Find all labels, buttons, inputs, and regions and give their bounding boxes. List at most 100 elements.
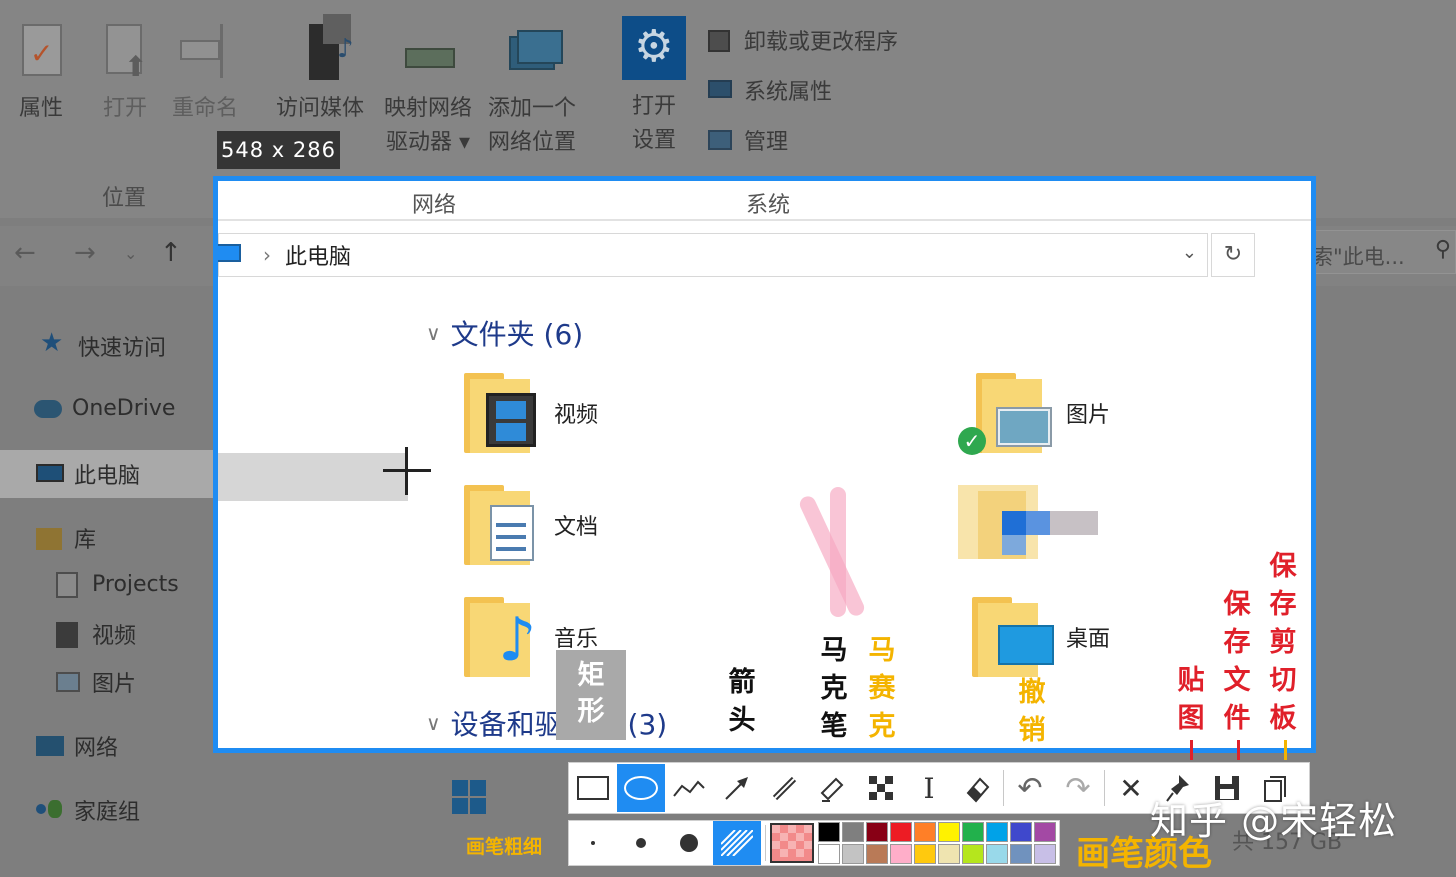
color-swatch[interactable] — [866, 822, 888, 842]
current-color-swatch[interactable] — [770, 823, 814, 863]
video-icon — [52, 620, 82, 648]
ribbon-group-row: 网络 系统 — [218, 181, 1311, 221]
picture-folder-icon: ✓ — [958, 371, 1054, 455]
color-swatch[interactable] — [1010, 822, 1032, 842]
color-swatch[interactable] — [1010, 844, 1032, 864]
recent-dropdown-icon[interactable]: ⌄ — [124, 244, 137, 263]
color-swatch[interactable] — [938, 822, 960, 842]
color-swatch[interactable] — [818, 844, 840, 864]
folder-documents[interactable]: 文档 — [464, 483, 598, 567]
back-arrow-icon[interactable]: ← — [14, 238, 36, 268]
color-swatch[interactable] — [890, 844, 912, 864]
rectangle-tool-button[interactable] — [569, 764, 617, 812]
manage-button[interactable]: 管理 — [704, 124, 788, 156]
color-swatch[interactable] — [986, 822, 1008, 842]
mosaic-tool-button[interactable] — [857, 764, 905, 812]
folder-desktop[interactable]: 桌面 — [972, 595, 1110, 679]
color-swatch[interactable] — [962, 844, 984, 864]
open-button[interactable]: ⬆ 打开 — [98, 20, 152, 126]
up-arrow-icon[interactable]: ↑ — [160, 238, 182, 268]
undo-button[interactable]: ↶ — [1006, 764, 1054, 812]
system-properties-icon — [704, 76, 736, 104]
arrow-tool-button[interactable] — [713, 764, 761, 812]
address-bar[interactable]: › 此电脑 ⌄ — [218, 233, 1208, 277]
refresh-icon: ↻ — [1223, 242, 1243, 267]
properties-button[interactable]: ✓ 属性 — [14, 20, 68, 126]
devices-section-title[interactable]: ∨ 设备和驱动器 (3) — [426, 703, 667, 743]
annotation-save-file: 保存文件 — [1223, 589, 1251, 734]
color-swatch[interactable] — [962, 822, 984, 842]
map-drive-button[interactable]: 映射网络 驱动器 ▾ — [384, 38, 472, 160]
color-swatch[interactable] — [1034, 822, 1056, 842]
color-swatch[interactable] — [938, 844, 960, 864]
color-swatch[interactable] — [914, 822, 936, 842]
color-swatch[interactable] — [818, 822, 840, 842]
pen-size-large-button[interactable] — [665, 821, 713, 865]
folder-pictures[interactable]: ✓ 图片 — [958, 371, 1110, 455]
capture-region[interactable]: 网络 系统 › 此电脑 ⌄ ↻ ∨ 文件夹 (6) 视频 ✓ 图片 文档 ♪ 音… — [213, 176, 1316, 753]
sidebar-item-network[interactable]: 网络 — [34, 730, 118, 762]
breadcrumb-separator-icon: › — [263, 243, 271, 267]
color-palette — [818, 822, 1056, 864]
desktop-folder-icon — [972, 595, 1054, 679]
color-swatch[interactable] — [890, 822, 912, 842]
music-folder-icon: ♪ — [464, 595, 542, 679]
marker-tool-button[interactable] — [809, 764, 857, 812]
cancel-button[interactable]: ✕ — [1107, 764, 1155, 812]
sidebar-item-pictures[interactable]: 图片 — [52, 666, 136, 698]
arrow-icon — [725, 777, 748, 800]
toolbar-divider — [1003, 770, 1004, 806]
marker-stroke — [830, 487, 846, 617]
gear-icon: ⚙ — [622, 16, 686, 80]
small-dot-icon — [591, 841, 595, 845]
toolbar-divider — [1104, 770, 1105, 806]
sidebar-item-homegroup[interactable]: 家庭组 — [34, 794, 140, 826]
color-swatch[interactable] — [866, 844, 888, 864]
documents-folder-icon — [464, 483, 542, 567]
close-icon: ✕ — [1119, 771, 1143, 805]
sidebar-item-projects[interactable]: Projects — [52, 570, 179, 598]
pen-size-medium-button[interactable] — [617, 821, 665, 865]
chevron-down-icon[interactable]: ⌄ — [1182, 242, 1197, 263]
text-tool-button[interactable]: I — [905, 764, 953, 812]
access-media-button[interactable]: ♪ 访问媒体 — [276, 14, 364, 126]
selection-size-tooltip: 548 x 286 — [217, 131, 340, 169]
sidebar-item-videos[interactable]: 视频 — [52, 618, 136, 650]
annotation-pointer-icon — [1284, 740, 1287, 760]
pen-settings-toolbar — [568, 820, 1060, 866]
ellipse-tool-button[interactable] — [617, 764, 665, 812]
chevron-down-icon: ∨ — [426, 321, 441, 345]
rename-button[interactable]: 重命名 — [170, 20, 240, 126]
undo-icon: ↶ — [1017, 770, 1043, 806]
add-network-location-button[interactable]: 添加一个 网络位置 — [488, 26, 576, 160]
color-swatch[interactable] — [1034, 844, 1056, 864]
system-properties-button[interactable]: 系统属性 — [704, 74, 832, 106]
uninstall-program-button[interactable]: 卸载或更改程序 — [704, 24, 898, 56]
refresh-button[interactable]: ↻ — [1211, 233, 1255, 277]
color-swatch[interactable] — [986, 844, 1008, 864]
polyline-tool-button[interactable] — [665, 764, 713, 812]
color-swatch[interactable] — [842, 822, 864, 842]
color-swatch[interactable] — [842, 844, 864, 864]
pen-tool-button[interactable] — [761, 764, 809, 812]
open-settings-button[interactable]: ⚙ 打开 设置 — [622, 16, 686, 158]
color-swatch[interactable] — [914, 844, 936, 864]
sidebar-item-library[interactable]: 库 — [34, 522, 96, 554]
mosaic-icon — [869, 776, 893, 800]
large-dot-icon — [680, 834, 698, 852]
sidebar-item-onedrive[interactable]: OneDrive — [32, 394, 175, 422]
sidebar-item-this-pc[interactable]: 此电脑 — [34, 458, 140, 490]
eraser-tool-button[interactable] — [953, 764, 1001, 812]
crosshair-cursor-icon — [405, 447, 408, 495]
redo-button[interactable]: ↷ — [1054, 764, 1102, 812]
pencil-icon — [772, 776, 797, 801]
breadcrumb[interactable]: 此电脑 — [285, 239, 351, 271]
annotation-marker: 马克笔 — [820, 635, 848, 742]
folder-videos[interactable]: 视频 — [464, 371, 598, 455]
fill-toggle-button[interactable] — [713, 821, 761, 865]
folders-section-title[interactable]: ∨ 文件夹 (6) — [426, 313, 583, 353]
pen-size-small-button[interactable] — [569, 821, 617, 865]
forward-arrow-icon[interactable]: → — [74, 238, 96, 268]
uninstall-icon — [704, 26, 736, 54]
sidebar-item-quick-access[interactable]: ★ 快速访问 — [38, 328, 166, 362]
